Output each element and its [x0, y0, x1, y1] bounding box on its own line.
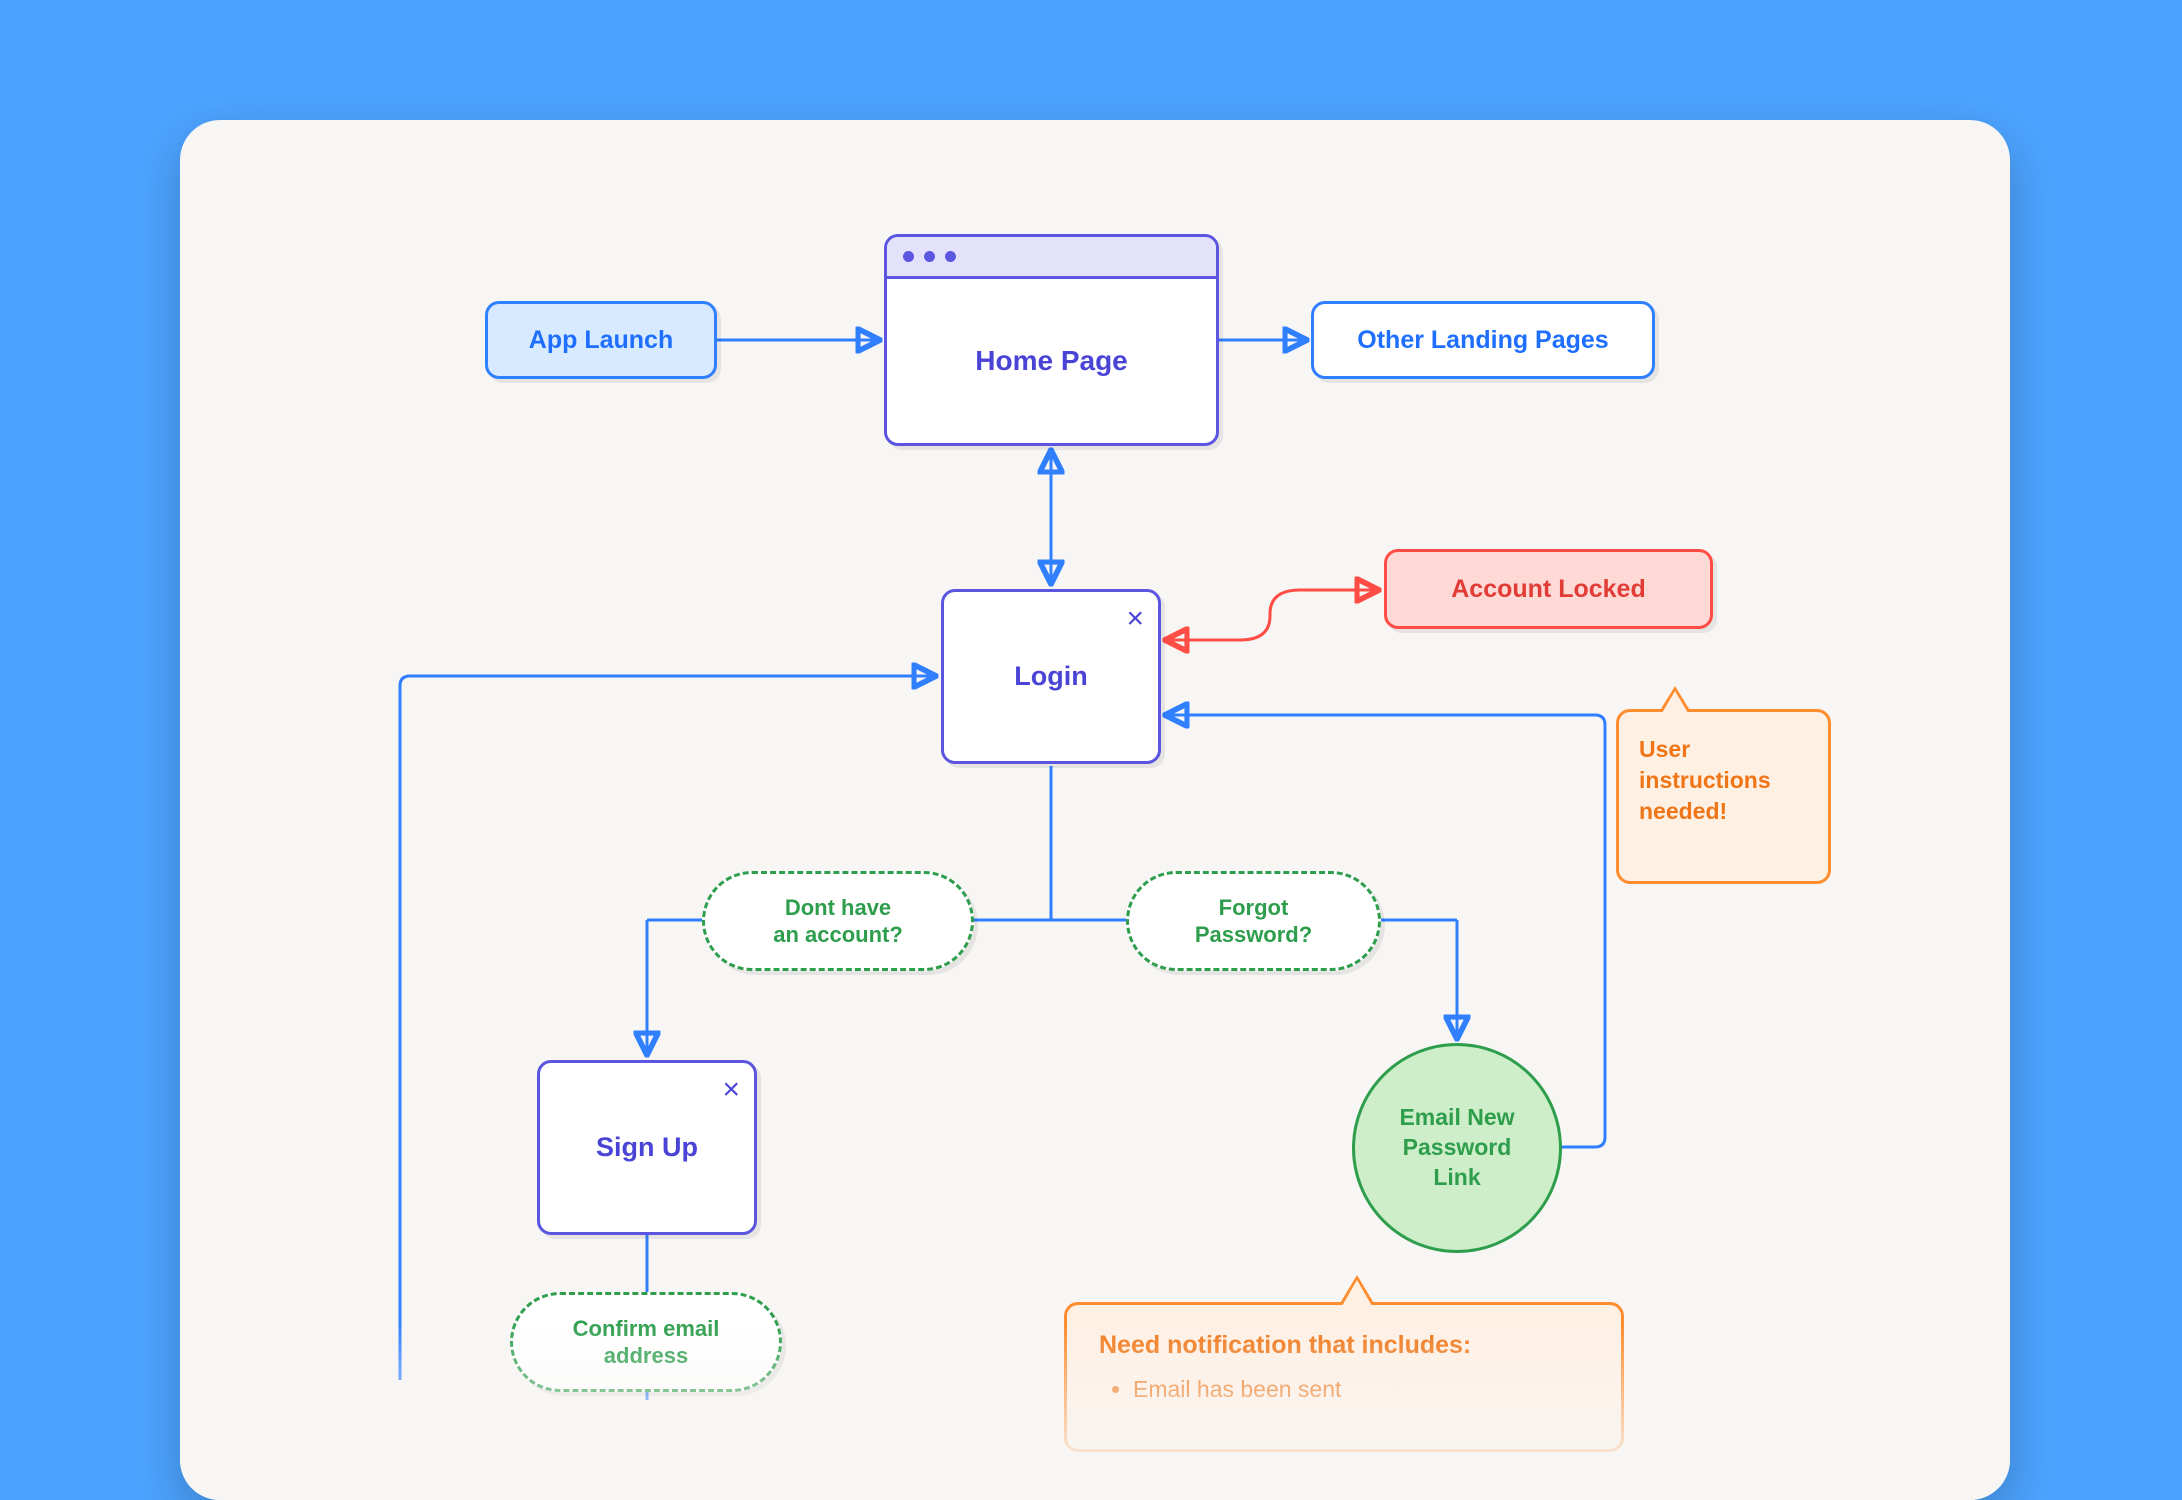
- node-account-locked[interactable]: Account Locked: [1384, 549, 1713, 629]
- node-label: Home Page: [887, 279, 1216, 443]
- note-text: User instructions needed!: [1639, 736, 1771, 824]
- note-title: Need notification that includes:: [1099, 1331, 1589, 1360]
- node-home-page[interactable]: Home Page: [884, 234, 1219, 446]
- close-icon[interactable]: ×: [1126, 604, 1144, 634]
- node-label: Other Landing Pages: [1357, 326, 1608, 355]
- node-label: Sign Up: [596, 1132, 698, 1163]
- close-icon[interactable]: ×: [722, 1075, 740, 1105]
- window-dot-icon: [945, 251, 956, 262]
- note-list-item: Email has been sent: [1133, 1376, 1589, 1403]
- window-dot-icon: [924, 251, 935, 262]
- flowchart-card: App Launch Home Page Other Landing Pages…: [180, 120, 2010, 1500]
- decision-confirm-email[interactable]: Confirm email address: [510, 1292, 782, 1392]
- node-label: Login: [1014, 661, 1087, 692]
- node-label: Email New Password Link: [1399, 1103, 1514, 1193]
- note-list: Email has been sent: [1099, 1376, 1589, 1403]
- node-email-new-password-link[interactable]: Email New Password Link: [1352, 1043, 1562, 1253]
- node-app-launch[interactable]: App Launch: [485, 301, 717, 379]
- node-sign-up[interactable]: × Sign Up: [537, 1060, 757, 1235]
- decision-forgot-password[interactable]: Forgot Password?: [1126, 871, 1381, 971]
- node-label: Confirm email address: [573, 1315, 720, 1370]
- node-other-landing-pages[interactable]: Other Landing Pages: [1311, 301, 1655, 379]
- node-label: App Launch: [529, 326, 673, 355]
- node-label: Dont have an account?: [773, 894, 903, 949]
- decision-dont-have-account[interactable]: Dont have an account?: [702, 871, 974, 971]
- node-login[interactable]: × Login: [941, 589, 1161, 764]
- note-need-notification[interactable]: Need notification that includes: Email h…: [1064, 1302, 1624, 1452]
- window-dot-icon: [903, 251, 914, 262]
- node-label: Forgot Password?: [1195, 894, 1312, 949]
- note-user-instructions[interactable]: User instructions needed!: [1616, 709, 1831, 884]
- browser-titlebar: [887, 237, 1216, 279]
- node-label: Account Locked: [1451, 575, 1645, 604]
